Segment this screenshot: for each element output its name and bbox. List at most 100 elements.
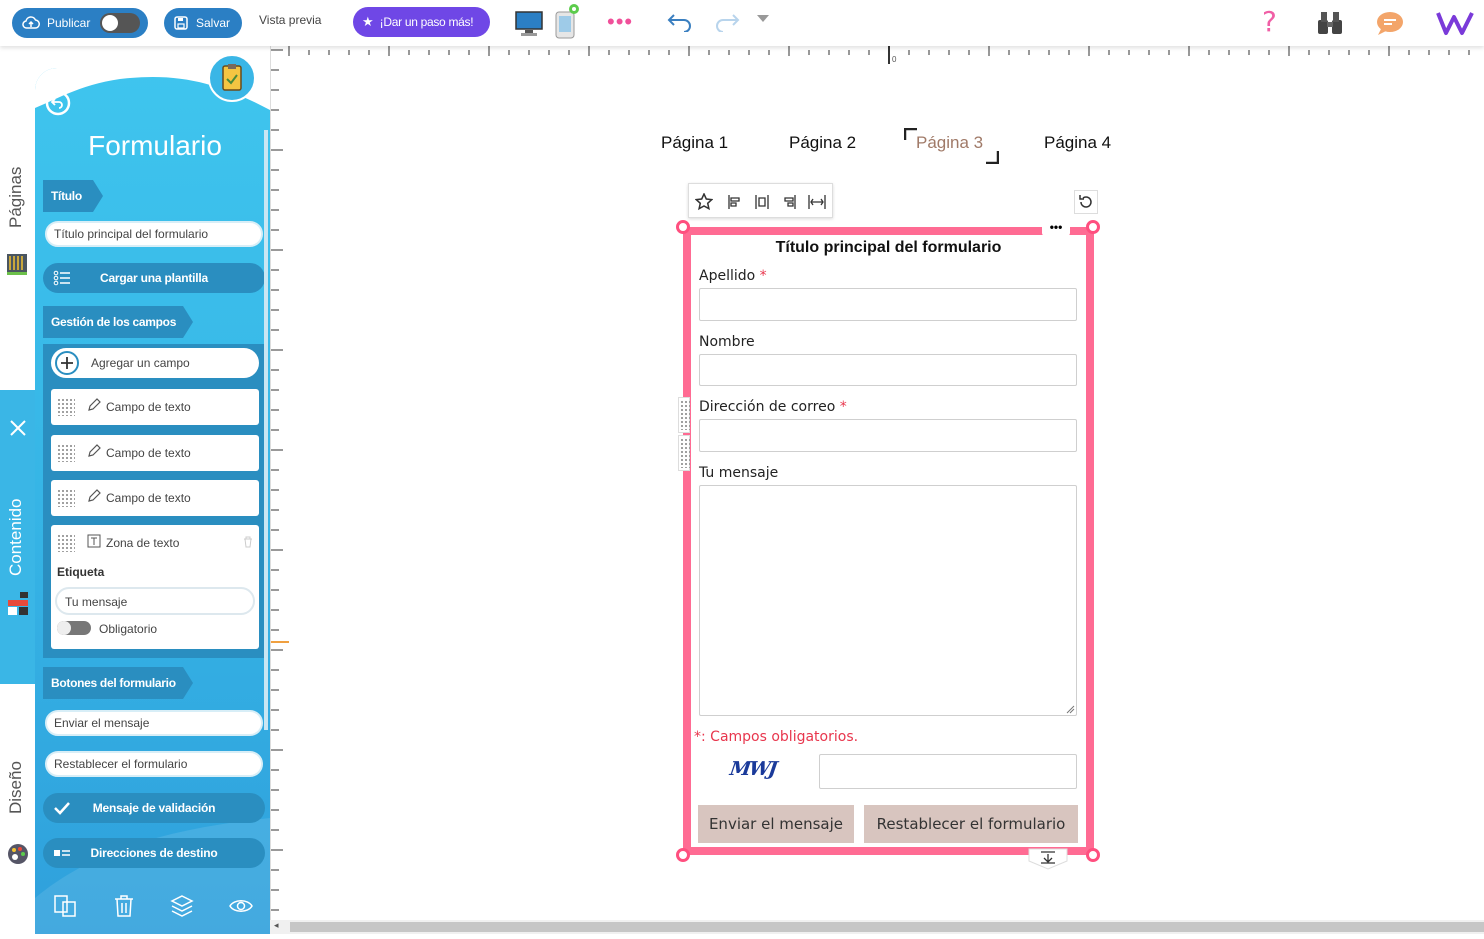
resize-handle-top-left[interactable]: [676, 220, 690, 234]
rotate-reset-icon[interactable]: [1074, 190, 1098, 214]
page-tab-4[interactable]: Página 4: [1044, 133, 1111, 153]
align-center-icon[interactable]: [754, 194, 770, 210]
visibility-eye-icon[interactable]: [229, 894, 253, 918]
duplicate-icon[interactable]: [53, 894, 77, 918]
field-item-text-3[interactable]: Campo de texto: [51, 480, 259, 516]
etiqueta-input[interactable]: Tu mensaje: [55, 587, 255, 615]
page-tab-1[interactable]: Página 1: [661, 133, 728, 153]
resize-grip-icon[interactable]: [1065, 704, 1075, 714]
horizontal-ruler-ticks: [288, 46, 1470, 64]
panel-scrollbar[interactable]: [264, 130, 268, 730]
textarea-icon: [87, 534, 101, 548]
input-apellido[interactable]: [699, 288, 1077, 321]
rail-tab-design[interactable]: Diseño: [6, 761, 26, 814]
required-fields-note: *: Campos obligatorios.: [694, 729, 859, 745]
page-tab-2[interactable]: Página 2: [789, 133, 856, 153]
field-item-text-1[interactable]: Campo de texto: [51, 389, 259, 425]
form-reset-button[interactable]: Restablecer el formulario: [864, 805, 1078, 843]
panel-footer-actions: [35, 884, 270, 934]
drag-handle-icon[interactable]: [57, 398, 75, 416]
field-label: Campo de texto: [106, 446, 191, 460]
horizontal-ruler: 0: [288, 46, 1484, 64]
side-drag-handle-top[interactable]: [678, 397, 690, 433]
publish-toggle[interactable]: [100, 13, 140, 33]
upgrade-button[interactable]: ★ ¡Dar un paso más!: [353, 7, 490, 37]
form-send-button[interactable]: Enviar el mensaje: [698, 805, 854, 843]
captcha-image: MWJ: [728, 758, 777, 780]
scroll-left-arrow-icon[interactable]: ◂: [274, 920, 279, 931]
drag-handle-icon[interactable]: [57, 444, 75, 462]
add-field-button[interactable]: Agregar un campo: [51, 348, 259, 378]
input-correo[interactable]: [699, 419, 1077, 452]
delete-icon[interactable]: [112, 894, 136, 918]
layers-icon[interactable]: [170, 894, 194, 918]
element-options-icon[interactable]: •••: [1042, 220, 1070, 236]
resize-handle-top-right[interactable]: [1086, 220, 1100, 234]
drag-handle-icon[interactable]: [57, 534, 75, 552]
back-icon[interactable]: [45, 90, 71, 116]
resize-handle-bottom-left[interactable]: [676, 848, 690, 862]
resize-handle-bottom-right[interactable]: [1086, 848, 1100, 862]
title-input[interactable]: Título principal del formulario: [45, 221, 263, 247]
send-button-text-input[interactable]: Enviar el mensaje: [45, 710, 263, 736]
destination-addresses-label: Direcciones de destino: [90, 846, 218, 860]
horizontal-scrollbar-thumb[interactable]: [290, 922, 1484, 932]
vertical-ruler: [270, 46, 289, 934]
destination-addresses-button[interactable]: Direcciones de destino: [43, 838, 265, 868]
drag-handle-icon[interactable]: [57, 489, 75, 507]
required-toggle[interactable]: [57, 621, 91, 635]
star-outline-icon[interactable]: [695, 193, 713, 211]
trash-icon[interactable]: [243, 536, 253, 548]
star-icon: ★: [362, 14, 374, 29]
preview-link[interactable]: Vista previa: [259, 13, 321, 27]
align-left-icon[interactable]: [727, 194, 743, 210]
publish-button[interactable]: Publicar: [12, 8, 148, 38]
pages-icon[interactable]: [6, 252, 28, 276]
field-label: Campo de texto: [106, 491, 191, 505]
chat-icon[interactable]: [1375, 10, 1405, 36]
content-blocks-icon: [8, 592, 28, 615]
undo-icon[interactable]: [666, 12, 694, 32]
help-icon[interactable]: ?: [1262, 5, 1277, 38]
validation-message-button[interactable]: Mensaje de validación: [43, 793, 265, 823]
horizontal-scrollbar[interactable]: ◂: [270, 920, 1484, 934]
close-icon[interactable]: [8, 418, 28, 438]
field-label: Zona de texto: [106, 536, 180, 550]
captcha-input[interactable]: [819, 754, 1077, 789]
pencil-icon: [88, 444, 101, 457]
plus-circle-icon: [55, 351, 79, 375]
reset-button-text-input[interactable]: Restablecer el formulario: [45, 751, 263, 777]
textarea-mensaje[interactable]: [699, 485, 1077, 716]
load-template-button[interactable]: Cargar una plantilla: [43, 263, 265, 293]
publish-label: Publicar: [47, 16, 91, 30]
required-label: Obligatorio: [99, 622, 158, 636]
form-module-icon: [208, 54, 256, 102]
palette-icon[interactable]: [6, 842, 30, 866]
field-item-textarea-expanded[interactable]: Zona de texto Etiqueta Tu mensaje Obliga…: [51, 525, 259, 649]
element-toolbar: [688, 183, 833, 218]
align-right-icon[interactable]: [781, 194, 797, 210]
desktop-view-icon[interactable]: [514, 10, 544, 38]
upgrade-label: ¡Dar un paso más!: [379, 15, 474, 29]
more-options-icon[interactable]: •••: [607, 9, 633, 35]
field-label-nombre: Nombre: [699, 334, 755, 350]
side-drag-handle-bottom[interactable]: [678, 435, 690, 471]
mobile-view-icon[interactable]: [554, 3, 582, 39]
rail-tab-content-active[interactable]: Contenido: [0, 390, 36, 684]
pencil-icon: [88, 489, 101, 502]
full-width-icon[interactable]: [808, 194, 826, 210]
rail-tab-pages[interactable]: Páginas: [6, 167, 26, 228]
history-dropdown-icon[interactable]: [756, 14, 770, 24]
input-nombre[interactable]: [699, 354, 1077, 386]
field-item-text-2[interactable]: Campo de texto: [51, 435, 259, 471]
binoculars-icon[interactable]: [1315, 10, 1345, 36]
insert-below-icon[interactable]: [1028, 848, 1068, 870]
field-label-mensaje: Tu mensaje: [699, 465, 779, 481]
load-template-label: Cargar una plantilla: [99, 271, 209, 285]
redo-icon[interactable]: [713, 12, 741, 32]
save-button[interactable]: Salvar: [164, 8, 242, 38]
brand-logo-icon: [1436, 12, 1474, 35]
active-page-brackets: [904, 128, 999, 164]
address-card-icon: [54, 850, 70, 856]
field-label-correo: Dirección de correo *: [699, 399, 847, 415]
